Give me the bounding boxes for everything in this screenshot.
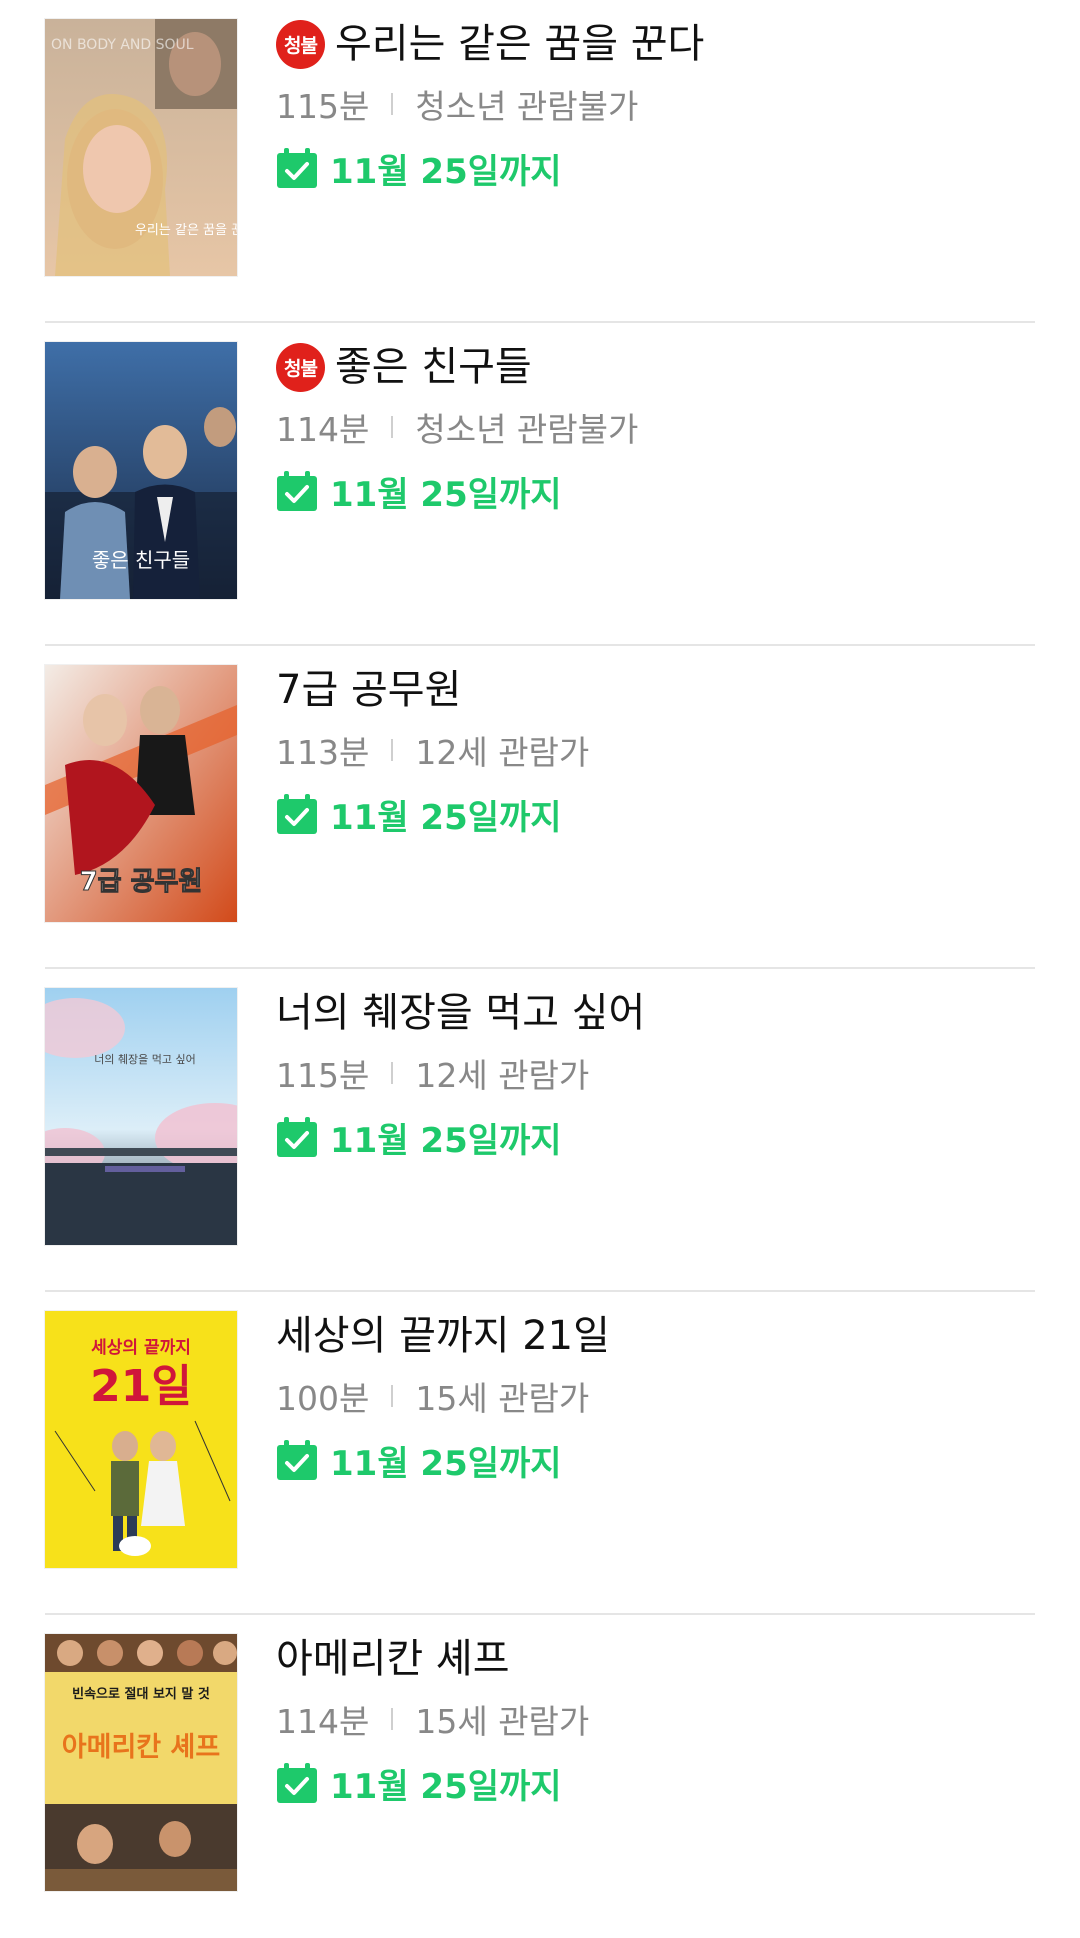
movie-poster[interactable]: 7급 공무원 xyxy=(45,665,237,922)
calendar-check-icon xyxy=(277,1763,317,1803)
movie-title[interactable]: 7급 공무원 xyxy=(276,666,461,714)
movie-poster[interactable]: 우리는 같은 꿈을 꾼다 ON BODY AND SOUL xyxy=(45,19,237,276)
age-rating: 12세 관람가 xyxy=(415,1056,590,1095)
runtime: 113분 xyxy=(276,733,370,772)
age-rating: 청소년 관람불가 xyxy=(415,87,639,126)
movie-poster[interactable]: 세상의 끝까지 21일 xyxy=(45,1311,237,1568)
calendar-check-icon xyxy=(277,1117,317,1157)
age-rating: 15세 관람가 xyxy=(415,1702,590,1741)
calendar-check-icon xyxy=(277,471,317,511)
movie-list-item[interactable]: 빈속으로 절대 보지 말 것 아메리칸 셰프 아메리칸 셰프 114분 15세 … xyxy=(0,1615,1080,1938)
poster-title-text: 우리는 같은 꿈을 꾼다 xyxy=(135,223,237,238)
movie-title[interactable]: 우리는 같은 꿈을 꾼다 xyxy=(335,20,704,68)
available-until: 11월 25일까지 xyxy=(330,151,562,192)
movie-title[interactable]: 세상의 끝까지 21일 xyxy=(276,1312,610,1360)
movie-list-item[interactable]: 좋은 친구들 청불 좋은 친구들 114분 청소년 관람불가 11월 25일까지 xyxy=(0,323,1080,646)
adult-only-badge: 청불 xyxy=(276,19,325,69)
age-rating: 12세 관람가 xyxy=(415,733,590,772)
meta-divider xyxy=(391,1708,394,1730)
meta-divider xyxy=(391,93,394,115)
poster-title-text: 좋은 친구들 xyxy=(92,548,190,572)
runtime: 115분 xyxy=(276,1056,370,1095)
runtime: 115분 xyxy=(276,87,370,126)
poster-title-text: 너의 췌장을 먹고 싶어 xyxy=(94,1053,196,1066)
poster-tagline: 빈속으로 절대 보지 말 것 xyxy=(72,1686,210,1702)
movie-title[interactable]: 너의 췌장을 먹고 싶어 xyxy=(276,989,645,1037)
runtime: 100분 xyxy=(276,1379,370,1418)
runtime: 114분 xyxy=(276,410,370,449)
movie-title[interactable]: 아메리칸 셰프 xyxy=(276,1635,510,1683)
age-rating: 청소년 관람불가 xyxy=(415,410,639,449)
poster-title-text: 세상의 끝까지 xyxy=(91,1338,191,1358)
movie-list-item[interactable]: 7급 공무원 7급 공무원 113분 12세 관람가 11월 25일까지 xyxy=(0,646,1080,969)
movie-list-item[interactable]: 우리는 같은 꿈을 꾼다 ON BODY AND SOUL 청불 우리는 같은 … xyxy=(0,0,1080,323)
available-until: 11월 25일까지 xyxy=(330,1766,562,1807)
available-until: 11월 25일까지 xyxy=(330,474,562,515)
movie-list: 우리는 같은 꿈을 꾼다 ON BODY AND SOUL 청불 우리는 같은 … xyxy=(0,0,1080,1899)
poster-title-text: 아메리칸 셰프 xyxy=(62,1732,220,1763)
movie-list-item[interactable]: 세상의 끝까지 21일 세상의 끝까지 21일 100분 15세 관람가 11월… xyxy=(0,1292,1080,1615)
calendar-check-icon xyxy=(277,1440,317,1480)
movie-title[interactable]: 좋은 친구들 xyxy=(335,343,532,391)
runtime: 114분 xyxy=(276,1702,370,1741)
available-until: 11월 25일까지 xyxy=(330,1443,562,1484)
movie-poster[interactable]: 좋은 친구들 xyxy=(45,342,237,599)
adult-only-badge: 청불 xyxy=(276,342,325,392)
poster-title-number: 21일 xyxy=(90,1361,192,1412)
available-until: 11월 25일까지 xyxy=(330,1120,562,1161)
movie-poster[interactable]: 너의 췌장을 먹고 싶어 xyxy=(45,988,237,1245)
calendar-check-icon xyxy=(277,148,317,188)
available-until: 11월 25일까지 xyxy=(330,797,562,838)
meta-divider xyxy=(391,1385,394,1407)
meta-divider xyxy=(391,416,394,438)
poster-title-text: 7급 공무원 xyxy=(80,867,203,897)
meta-divider xyxy=(391,1062,394,1084)
movie-poster[interactable]: 빈속으로 절대 보지 말 것 아메리칸 셰프 xyxy=(45,1634,237,1891)
poster-side-text: ON BODY AND SOUL xyxy=(51,37,194,53)
movie-list-item[interactable]: 너의 췌장을 먹고 싶어 너의 췌장을 먹고 싶어 115분 12세 관람가 1… xyxy=(0,969,1080,1292)
age-rating: 15세 관람가 xyxy=(415,1379,590,1418)
calendar-check-icon xyxy=(277,794,317,834)
meta-divider xyxy=(391,739,394,761)
